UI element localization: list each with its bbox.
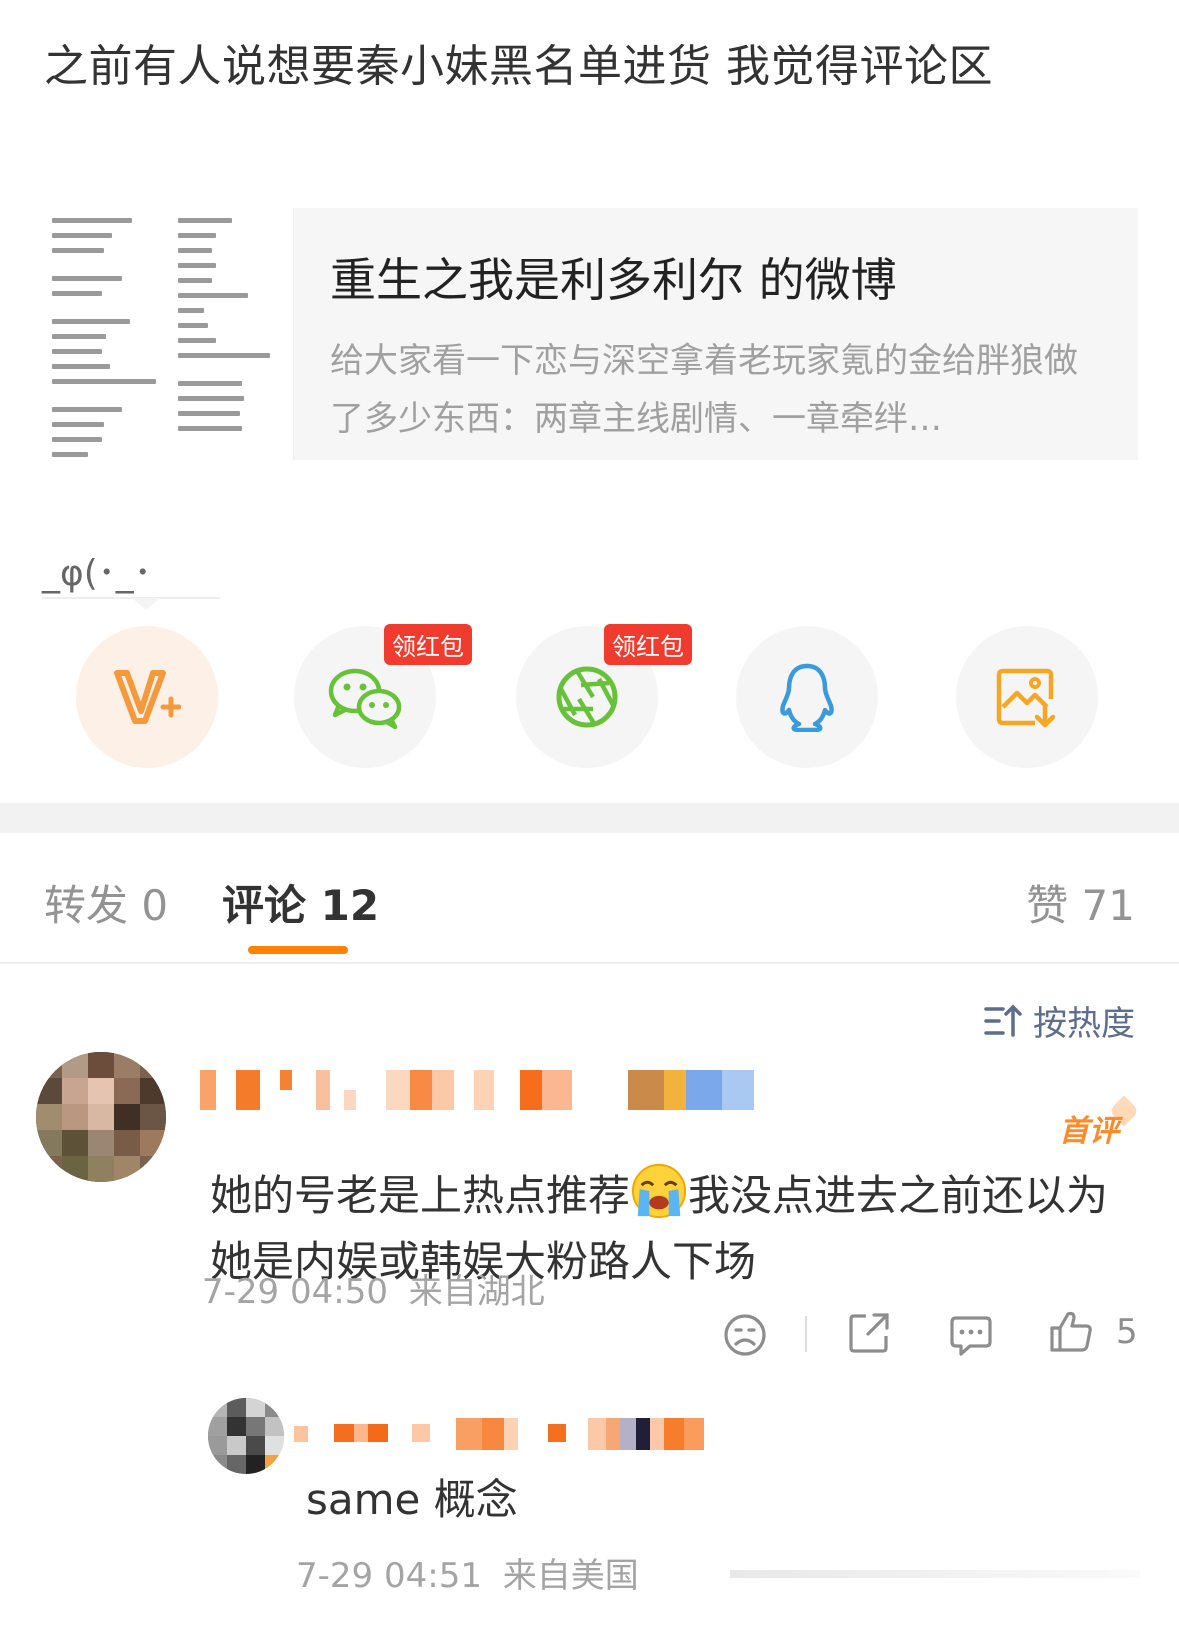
post-text: 之前有人说想要秦小妹黑名单进货 我觉得评论区	[44, 41, 993, 92]
pointer-tip	[132, 598, 160, 610]
loading-fade	[730, 1570, 1140, 1578]
vplus-icon	[114, 670, 181, 724]
thumbs-up-icon	[1050, 1311, 1092, 1352]
comment-meta: 7-29 04:50 来自湖北	[202, 1264, 545, 1313]
active-tab-indicator	[248, 946, 348, 954]
card-thumbnail	[42, 208, 294, 460]
reply-text: same 概念	[306, 1475, 518, 1524]
reply-button[interactable]	[948, 1312, 994, 1358]
reply-meta: 7-29 04:51 来自美国	[296, 1548, 639, 1597]
like-count: 5	[1116, 1312, 1138, 1352]
sort-button[interactable]: 按热度	[983, 996, 1135, 1045]
dislike-button[interactable]	[722, 1312, 768, 1358]
tab-repost[interactable]: 转发 0	[44, 872, 168, 933]
moments-icon	[556, 666, 618, 728]
card-description: 给大家看一下恋与深空拿着老玩家氪的金给胖狼做了多少东西：两章主线剧情、一章牵绊…	[330, 341, 1078, 439]
comment-icon	[950, 1316, 992, 1356]
red-packet-badge: 领红包	[604, 624, 692, 665]
reply-avatar[interactable]	[208, 1398, 284, 1474]
reply-username-censored[interactable]	[294, 1418, 704, 1450]
qq-share-button[interactable]	[736, 626, 878, 768]
emote-text: _φ(･_･	[42, 553, 152, 594]
username-censored[interactable]	[200, 1070, 754, 1110]
shared-weibo-card[interactable]: 重生之我是利多利尔 的微博 给大家看一下恋与深空拿着老玩家氪的金给胖狼做了多少东…	[42, 208, 1138, 460]
qq-icon	[780, 663, 834, 732]
share-icon	[849, 1313, 889, 1353]
red-packet-badge: 领红包	[384, 624, 472, 665]
reply-location: 来自美国	[502, 1556, 639, 1596]
avatar-image	[208, 1398, 284, 1474]
vplus-button[interactable]	[76, 626, 218, 768]
sort-label: 按热度	[1033, 1004, 1135, 1044]
avatar-image	[36, 1052, 166, 1182]
reply-time: 7-29 04:51	[296, 1556, 482, 1596]
tab-likes[interactable]: 赞 71	[1026, 872, 1135, 933]
tab-comments[interactable]: 评论 12	[222, 872, 379, 933]
crying-face-emoji	[631, 1163, 687, 1219]
save-image-icon	[996, 668, 1056, 728]
divider	[42, 597, 220, 599]
sort-icon	[984, 1004, 1022, 1037]
card-title: 重生之我是利多利尔 的微博	[330, 253, 897, 307]
save-image-button[interactable]	[956, 626, 1098, 768]
tab-divider	[0, 962, 1179, 964]
comment-location: 来自湖北	[408, 1272, 545, 1312]
comment-text-part: 她的号老是上热点推荐	[210, 1171, 631, 1220]
section-divider	[0, 803, 1179, 833]
avatar[interactable]	[36, 1052, 166, 1182]
first-comment-badge: 首评	[1059, 1114, 1119, 1149]
sad-face-icon	[724, 1314, 766, 1356]
action-separator	[805, 1316, 807, 1352]
share-comment-button[interactable]	[846, 1310, 892, 1356]
like-button[interactable]	[1048, 1308, 1094, 1354]
wechat-icon	[328, 668, 402, 729]
comment-time: 7-29 04:50	[202, 1272, 388, 1312]
